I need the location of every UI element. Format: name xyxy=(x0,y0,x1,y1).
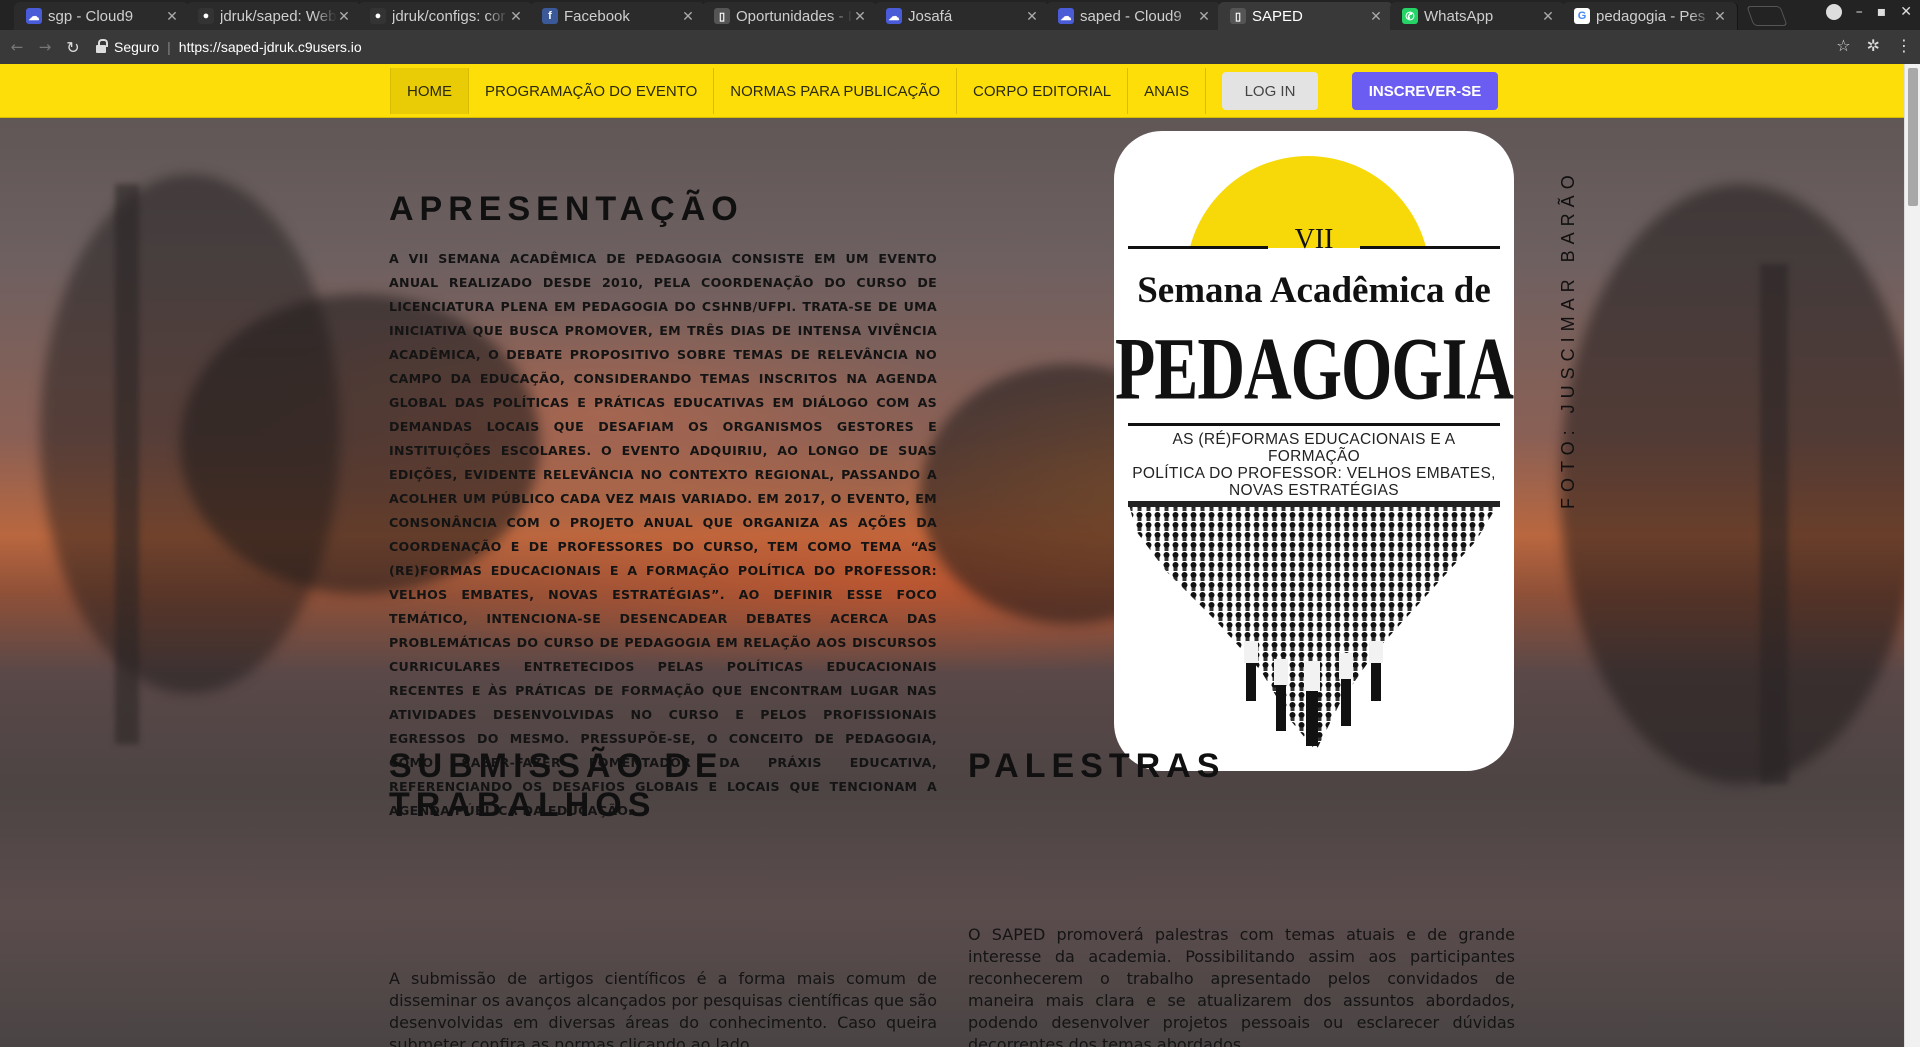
minimize-icon[interactable]: – xyxy=(1856,4,1863,20)
lock-icon xyxy=(96,39,108,53)
poster-theme-line: AS (RÉ)FORMAS EDUCACIONAIS E A FORMAÇÃO xyxy=(1172,431,1456,465)
github-icon: ● xyxy=(370,8,386,24)
crowd-illustration xyxy=(1128,501,1500,751)
browser-tab[interactable]: ☁ sgp - Cloud9 ✕ xyxy=(14,2,190,30)
poster-theme: AS (RÉ)FORMAS EDUCACIONAIS E A FORMAÇÃO … xyxy=(1128,431,1500,499)
background-building-right xyxy=(1560,184,1904,784)
document-icon: ▯ xyxy=(714,8,730,24)
cloud9-icon: ☁ xyxy=(1058,8,1074,24)
browser-tab[interactable]: ● jdruk/saped: Web ✕ xyxy=(186,2,362,30)
poster-theme-line: NOVAS ESTRATÉGIAS xyxy=(1229,482,1399,499)
poster-subtitle: Semana Acadêmica de xyxy=(1137,270,1491,311)
tab-title: Facebook xyxy=(564,7,630,25)
event-poster: VII Semana Acadêmica de PEDAGOGIA AS (RÉ… xyxy=(1114,131,1514,771)
site-navbar: HOME PROGRAMAÇÃO DO EVENTO NORMAS PARA PUB… xyxy=(0,64,1904,118)
nav-item-1[interactable]: PROGRAMAÇÃO DO EVENTO xyxy=(469,68,715,114)
tab-close-icon[interactable]: ✕ xyxy=(509,8,523,25)
cloud9-icon: ☁ xyxy=(26,8,42,24)
reload-icon[interactable]: ↻ xyxy=(62,38,84,57)
background-pillar xyxy=(115,184,139,744)
talks-heading: PALESTRAS xyxy=(968,747,1226,785)
tab-close-icon[interactable]: ✕ xyxy=(1197,8,1211,25)
back-icon[interactable]: ← xyxy=(6,38,28,56)
scrollbar-thumb[interactable] xyxy=(1908,68,1918,206)
tab-title: pedagogia - Pes xyxy=(1596,7,1706,25)
tab-close-icon[interactable]: ✕ xyxy=(853,8,867,25)
address-separator: | xyxy=(167,39,171,55)
address-bar[interactable]: Seguro | https://saped-jdruk.c9users.io xyxy=(96,34,1836,60)
tab-close-icon[interactable]: ✕ xyxy=(337,8,351,25)
tab-title: jdruk/saped: Web xyxy=(220,7,337,25)
url-text[interactable]: https://saped-jdruk.c9users.io xyxy=(179,39,362,55)
page-scrollbar[interactable] xyxy=(1904,64,1920,1047)
browser-tab[interactable]: ▯ SAPED ✕ xyxy=(1218,2,1394,30)
browser-tab[interactable]: ☁ saped - Cloud9 ✕ xyxy=(1046,2,1222,30)
browser-tab[interactable]: ● jdruk/configs: cor ✕ xyxy=(358,2,534,30)
tab-title: sgp - Cloud9 xyxy=(48,7,134,25)
tab-title: SAPED xyxy=(1252,7,1303,25)
forward-icon[interactable]: → xyxy=(34,38,56,56)
tab-title: Oportunidades - I xyxy=(736,7,852,25)
nav-item-0[interactable]: HOME xyxy=(390,68,469,114)
page-content: HOME PROGRAMAÇÃO DO EVENTO NORMAS PARA PUB… xyxy=(0,64,1904,1047)
extension-icon[interactable]: ✲ xyxy=(1867,36,1880,55)
background-pillar-right xyxy=(1760,264,1788,784)
poster-title: PEDAGOGIA xyxy=(1114,320,1514,419)
login-button[interactable]: LOG IN xyxy=(1222,72,1318,110)
browser-tab[interactable]: ✆ WhatsApp ✕ xyxy=(1390,2,1566,30)
bookmark-star-icon[interactable]: ☆ xyxy=(1836,36,1850,55)
document-icon: ▯ xyxy=(1230,8,1246,24)
tab-title: Josafá xyxy=(908,7,953,25)
submission-heading-line1: SUBMISSÃO DE xyxy=(389,747,724,785)
browser-tab[interactable]: ▯ Oportunidades - I ✕ xyxy=(702,2,878,30)
tab-title: WhatsApp xyxy=(1424,7,1494,25)
tab-title: saped - Cloud9 xyxy=(1080,7,1182,25)
nav-item-3[interactable]: CORPO EDITORIAL xyxy=(957,68,1129,114)
toolbar-actions: ☆ ✲ ⋮ xyxy=(1836,36,1912,55)
browser-tab[interactable]: f Facebook ✕ xyxy=(530,2,706,30)
menu-icon[interactable]: ⋮ xyxy=(1896,36,1912,55)
tab-close-icon[interactable]: ✕ xyxy=(165,8,179,25)
browser-tab[interactable]: ☁ Josafá ✕ xyxy=(874,2,1050,30)
photo-credit: FOTO: JUSCIMAR BARÃO xyxy=(1558,169,1578,509)
poster-edition: VII xyxy=(1294,224,1334,255)
nav-menu: HOME PROGRAMAÇÃO DO EVENTO NORMAS PARA PUB… xyxy=(390,68,1207,114)
tab-close-icon[interactable]: ✕ xyxy=(1713,8,1727,25)
tab-close-icon[interactable]: ✕ xyxy=(681,8,695,25)
close-window-icon[interactable]: ✕ xyxy=(1900,4,1912,20)
submission-heading: SUBMISSÃO DE TRABALHOS xyxy=(389,747,724,825)
facebook-icon: f xyxy=(542,8,558,24)
whatsapp-icon: ✆ xyxy=(1402,8,1418,24)
nav-item-4[interactable]: ANAIS xyxy=(1128,68,1207,114)
maximize-icon[interactable]: ▪ xyxy=(1877,4,1887,20)
security-label: Seguro xyxy=(114,39,160,55)
poster-theme-line: POLÍTICA DO PROFESSOR: VELHOS EMBATES, xyxy=(1132,465,1496,482)
cloud9-icon: ☁ xyxy=(886,8,902,24)
google-icon: G xyxy=(1574,8,1590,24)
nav-item-2[interactable]: NORMAS PARA PUBLICAÇÃO xyxy=(714,68,958,114)
submission-heading-line2: TRABALHOS xyxy=(389,786,657,825)
talks-text: O SAPED promoverá palestras com temas at… xyxy=(968,925,1515,1047)
window-controls: – ▪ ✕ xyxy=(1825,4,1912,20)
tab-close-icon[interactable]: ✕ xyxy=(1541,8,1555,25)
account-icon[interactable] xyxy=(1825,4,1842,20)
tab-close-icon[interactable]: ✕ xyxy=(1025,8,1039,25)
submission-text: A submissão de artigos científicos é a f… xyxy=(389,969,937,1047)
presentation-text: A VII Semana Acadêmica de Pedagogia cons… xyxy=(389,251,937,818)
poster-rule-bottom xyxy=(1128,423,1500,426)
tab-title: jdruk/configs: cor xyxy=(392,7,506,25)
tab-strip: ☁ sgp - Cloud9 ✕ ● jdruk/saped: Web ✕ ● jdruk/c… xyxy=(0,0,1920,30)
browser-toolbar: ← → ↻ Seguro | https://saped-jdruk.c9use… xyxy=(0,30,1920,64)
tab-close-icon[interactable]: ✕ xyxy=(1369,8,1383,25)
browser-tab[interactable]: Gpedagogia - Pes ✕ xyxy=(1562,2,1738,30)
signup-button[interactable]: INSCREVER-SE xyxy=(1352,72,1498,110)
github-icon: ● xyxy=(198,8,214,24)
presentation-heading: APRESENTAÇÃO xyxy=(389,190,744,228)
new-tab-button[interactable] xyxy=(1746,6,1788,26)
